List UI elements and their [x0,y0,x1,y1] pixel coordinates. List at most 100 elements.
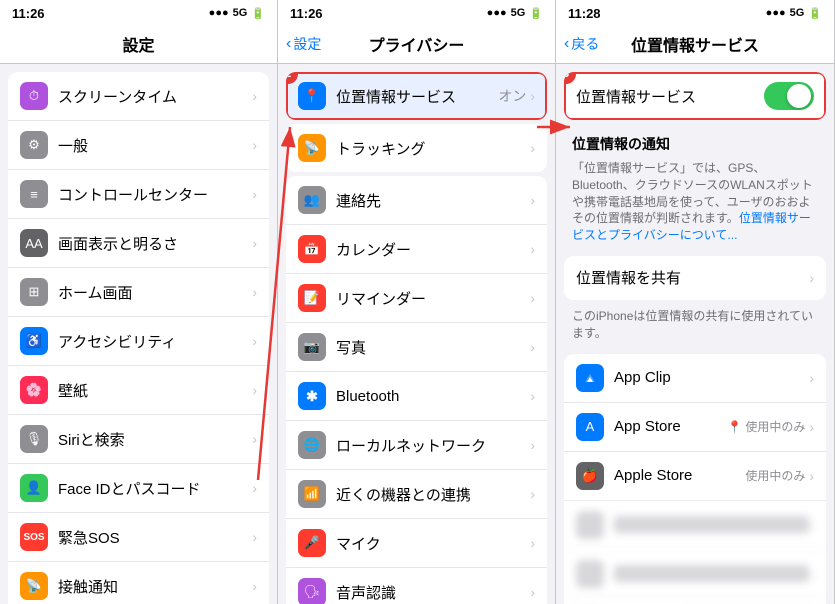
privacy-list-2: 📡 トラッキング › [286,124,547,172]
list-item-screentime[interactable]: ⏱ スクリーンタイム › [8,72,269,121]
chevron-icon: › [252,480,257,496]
back-chevron-3: ‹ [564,35,569,53]
location-share-label: 位置情報を共有 [576,267,809,288]
list-item-calendar[interactable]: 📅 カレンダー › [286,225,547,274]
list-item-nearby[interactable]: 📶 近くの機器との連携 › [286,470,547,519]
settings-scroll[interactable]: ⏱ スクリーンタイム › ⚙ 一般 › ≡ コントロールセンター › [0,64,277,604]
location-toggle-item[interactable]: 3 位置情報サービス [564,72,826,120]
chevron-icon: › [252,235,257,251]
privacy-scroll[interactable]: 2 📍 位置情報サービス オン › 📡 トラッキング › 👥 [278,64,555,604]
contacts-label: 連絡先 [336,190,530,211]
battery-1: 🔋 [251,7,265,20]
chevron-icon: › [530,486,535,502]
applestore-in-use: 使用中のみ [745,467,805,484]
panel-privacy: 11:26 ●●● 5G 🔋 ‹ 設定 プライバシー 2 📍 [278,0,556,604]
list-item-location[interactable]: 2 📍 位置情報サービス オン › [286,72,547,120]
list-item-blurred1: ████████ › [564,501,826,550]
home-label: ホーム画面 [58,282,252,303]
list-item-general[interactable]: ⚙ 一般 › [8,121,269,170]
nav-back-3[interactable]: ‹ 戻る [564,34,599,54]
applestore-icon: 🍎 [576,462,604,490]
screentime-label: スクリーンタイム [58,86,252,107]
control-label: コントロールセンター [58,184,252,205]
wallpaper-icon: 🌸 [20,376,48,404]
appstore2-label: App Store [614,418,727,435]
status-bar-3: 11:28 ●●● 5G 🔋 [556,0,834,24]
list-item-blurred2: ████████ › [564,550,826,599]
list-item-siri[interactable]: 🎙 Siriと検索 › [8,415,269,464]
list-item-contacts[interactable]: 👥 連絡先 › [286,176,547,225]
chevron-icon: › [809,419,814,435]
app-list: App Clip › A App Store 📍 使用中のみ › 🍎 Apple… [564,354,826,604]
privacy-list-3: 👥 連絡先 › 📅 カレンダー › 📝 リマインダー › 📷 写真 [286,176,547,604]
network-3: 5G [790,7,805,19]
list-item-wallpaper[interactable]: 🌸 壁紙 › [8,366,269,415]
list-item-appclip[interactable]: App Clip › [564,354,826,403]
nav-title-2: プライバシー [369,32,465,56]
list-item-exposure[interactable]: 📡 接触通知 › [8,562,269,604]
list-item-applestore[interactable]: 🍎 Apple Store 使用中のみ › [564,452,826,501]
appstore2-icon: A [576,413,604,441]
list-item-sos[interactable]: SOS 緊急SOS › [8,513,269,562]
chevron-icon: › [252,88,257,104]
blurred-icon1 [576,511,604,539]
list-item-home[interactable]: ⊞ ホーム画面 › [8,268,269,317]
faceid-icon: 👤 [20,474,48,502]
home-icon: ⊞ [20,278,48,306]
privacy-list-1: 2 📍 位置情報サービス オン › [286,72,547,120]
mic-label: マイク [336,533,530,554]
list-item-speech[interactable]: 🗣 音声認識 › [286,568,547,604]
chevron-icon: › [809,468,814,484]
nav-title-1: 設定 [122,32,154,56]
list-item-control[interactable]: ≡ コントロールセンター › [8,170,269,219]
localnetwork-icon: 🌐 [298,431,326,459]
list-item-reminders[interactable]: 📝 リマインダー › [286,274,547,323]
location-desc: 「位置情報サービス」では、GPS、Bluetooth、クラウドソースのWLANス… [556,156,834,252]
list-item-display[interactable]: AA 画面表示と明るさ › [8,219,269,268]
sos-icon: SOS [20,523,48,551]
nav-back-2[interactable]: ‹ 設定 [286,34,321,54]
list-item-faceid[interactable]: 👤 Face IDとパスコード › [8,464,269,513]
list-item-blurred3: ████████ › [564,599,826,604]
time-1: 11:26 [12,6,45,21]
chevron-icon: › [252,529,257,545]
list-item-bluetooth[interactable]: ✱ Bluetooth › [286,372,547,421]
settings-list-1: ⏱ スクリーンタイム › ⚙ 一般 › ≡ コントロールセンター › [8,72,269,604]
location-scroll[interactable]: 3 位置情報サービス 位置情報の通知 「位置情報サービス」では、GPS、Blue… [556,64,834,604]
list-item-photos[interactable]: 📷 写真 › [286,323,547,372]
general-label: 一般 [58,135,252,156]
exposure-label: 接触通知 [58,576,252,597]
panel-settings: 11:26 ●●● 5G 🔋 設定 ⏱ スクリーンタイム › [0,0,278,604]
back-label-3: 戻る [571,34,599,54]
list-item-mic[interactable]: 🎤 マイク › [286,519,547,568]
faceid-label: Face IDとパスコード [58,478,252,499]
chevron-icon: › [809,566,814,582]
nav-title-3: 位置情報サービス [631,32,759,56]
location-share-item[interactable]: 位置情報を共有 › [564,256,826,300]
contacts-icon: 👥 [298,186,326,214]
time-3: 11:28 [568,6,601,21]
list-item-appstore2[interactable]: A App Store 📍 使用中のみ › [564,403,826,452]
nav-bar-2: ‹ 設定 プライバシー [278,24,555,64]
chevron-icon: › [530,584,535,600]
chevron-icon: › [530,241,535,257]
status-icons-3: ●●● 5G 🔋 [766,7,822,20]
panel-location: 11:28 ●●● 5G 🔋 ‹ 戻る 位置情報サービス 3 位置情報サービス [556,0,835,604]
appclip-icon [576,364,604,392]
status-icons-2: ●●● 5G 🔋 [487,7,543,20]
list-item-accessibility[interactable]: ♿ アクセシビリティ › [8,317,269,366]
location-toggle-label: 位置情報サービス [576,86,764,107]
signal-3: ●●● [766,7,786,19]
reminders-label: リマインダー [336,288,530,309]
list-item-localnetwork[interactable]: 🌐 ローカルネットワーク › [286,421,547,470]
location-toggle-section: 3 位置情報サービス [564,72,826,120]
location-toggle[interactable] [764,82,814,110]
list-item-tracking[interactable]: 📡 トラッキング › [286,124,547,172]
location-share-section: 位置情報を共有 › [564,256,826,300]
photos-icon: 📷 [298,333,326,361]
blurred-icon2 [576,560,604,588]
bluetooth-label: Bluetooth [336,388,530,405]
chevron-icon: › [530,290,535,306]
siri-icon: 🎙 [20,425,48,453]
badge-2: 2 [286,72,298,84]
